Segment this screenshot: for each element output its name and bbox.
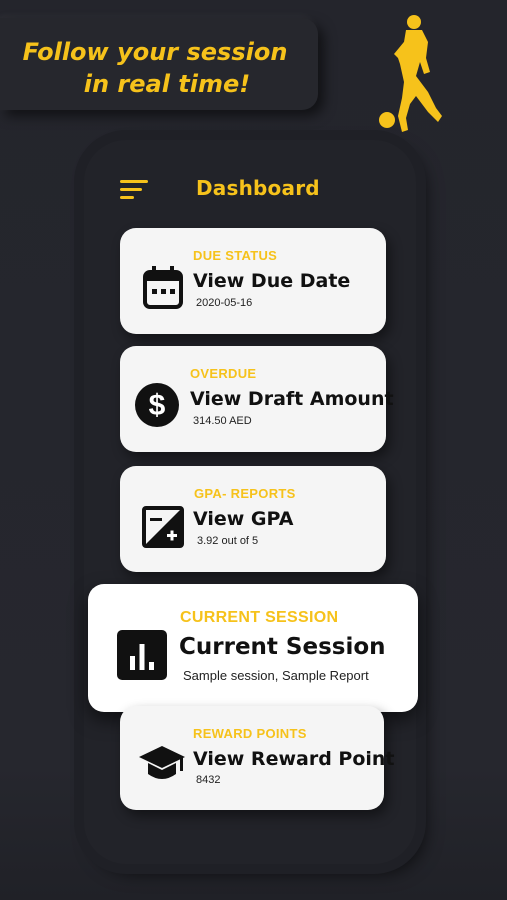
card-category: GPA- REPORTS (194, 486, 296, 501)
card-category: OVERDUE (190, 366, 257, 381)
card-gpa-reports[interactable]: GPA- REPORTS View GPA 3.92 out of 5 (120, 466, 386, 572)
card-subtitle: 314.50 AED (193, 415, 252, 427)
promo-banner: Follow your session in real time! (0, 18, 318, 110)
card-current-session[interactable]: CURRENT SESSION Current Session Sample s… (88, 584, 418, 712)
card-title: View Due Date (193, 270, 351, 292)
banner-line-2: in real time! (83, 70, 251, 98)
card-category: REWARD POINTS (193, 726, 307, 741)
card-title: Current Session (179, 634, 386, 660)
calendar-icon (143, 266, 183, 309)
card-due-status[interactable]: DUE STATUS View Due Date 2020-05-16 (120, 228, 386, 334)
graduation-cap-icon (139, 746, 185, 779)
card-title: View Reward Point (193, 748, 395, 770)
card-reward-points[interactable]: REWARD POINTS View Reward Point 8432 (120, 706, 395, 810)
exposure-icon (142, 506, 184, 548)
menu-icon[interactable] (120, 180, 148, 200)
card-category: CURRENT SESSION (180, 609, 339, 626)
card-title: View Draft Amount (190, 388, 394, 410)
card-title: View GPA (193, 508, 294, 530)
card-overdue[interactable]: OVERDUE $ View Draft Amount 314.50 AED (120, 346, 394, 452)
card-subtitle: 2020-05-16 (196, 297, 253, 309)
card-subtitle: 3.92 out of 5 (197, 535, 259, 547)
soccer-player-icon (379, 15, 442, 132)
bar-chart-icon (117, 630, 167, 680)
page-title: Dashboard (196, 176, 320, 200)
dollar-icon: $ (135, 383, 179, 427)
svg-text:$: $ (149, 389, 166, 422)
card-subtitle: 8432 (196, 774, 221, 786)
banner-line-1: Follow your session (22, 38, 288, 66)
card-category: DUE STATUS (193, 248, 278, 263)
card-subtitle: Sample session, Sample Report (183, 668, 369, 683)
